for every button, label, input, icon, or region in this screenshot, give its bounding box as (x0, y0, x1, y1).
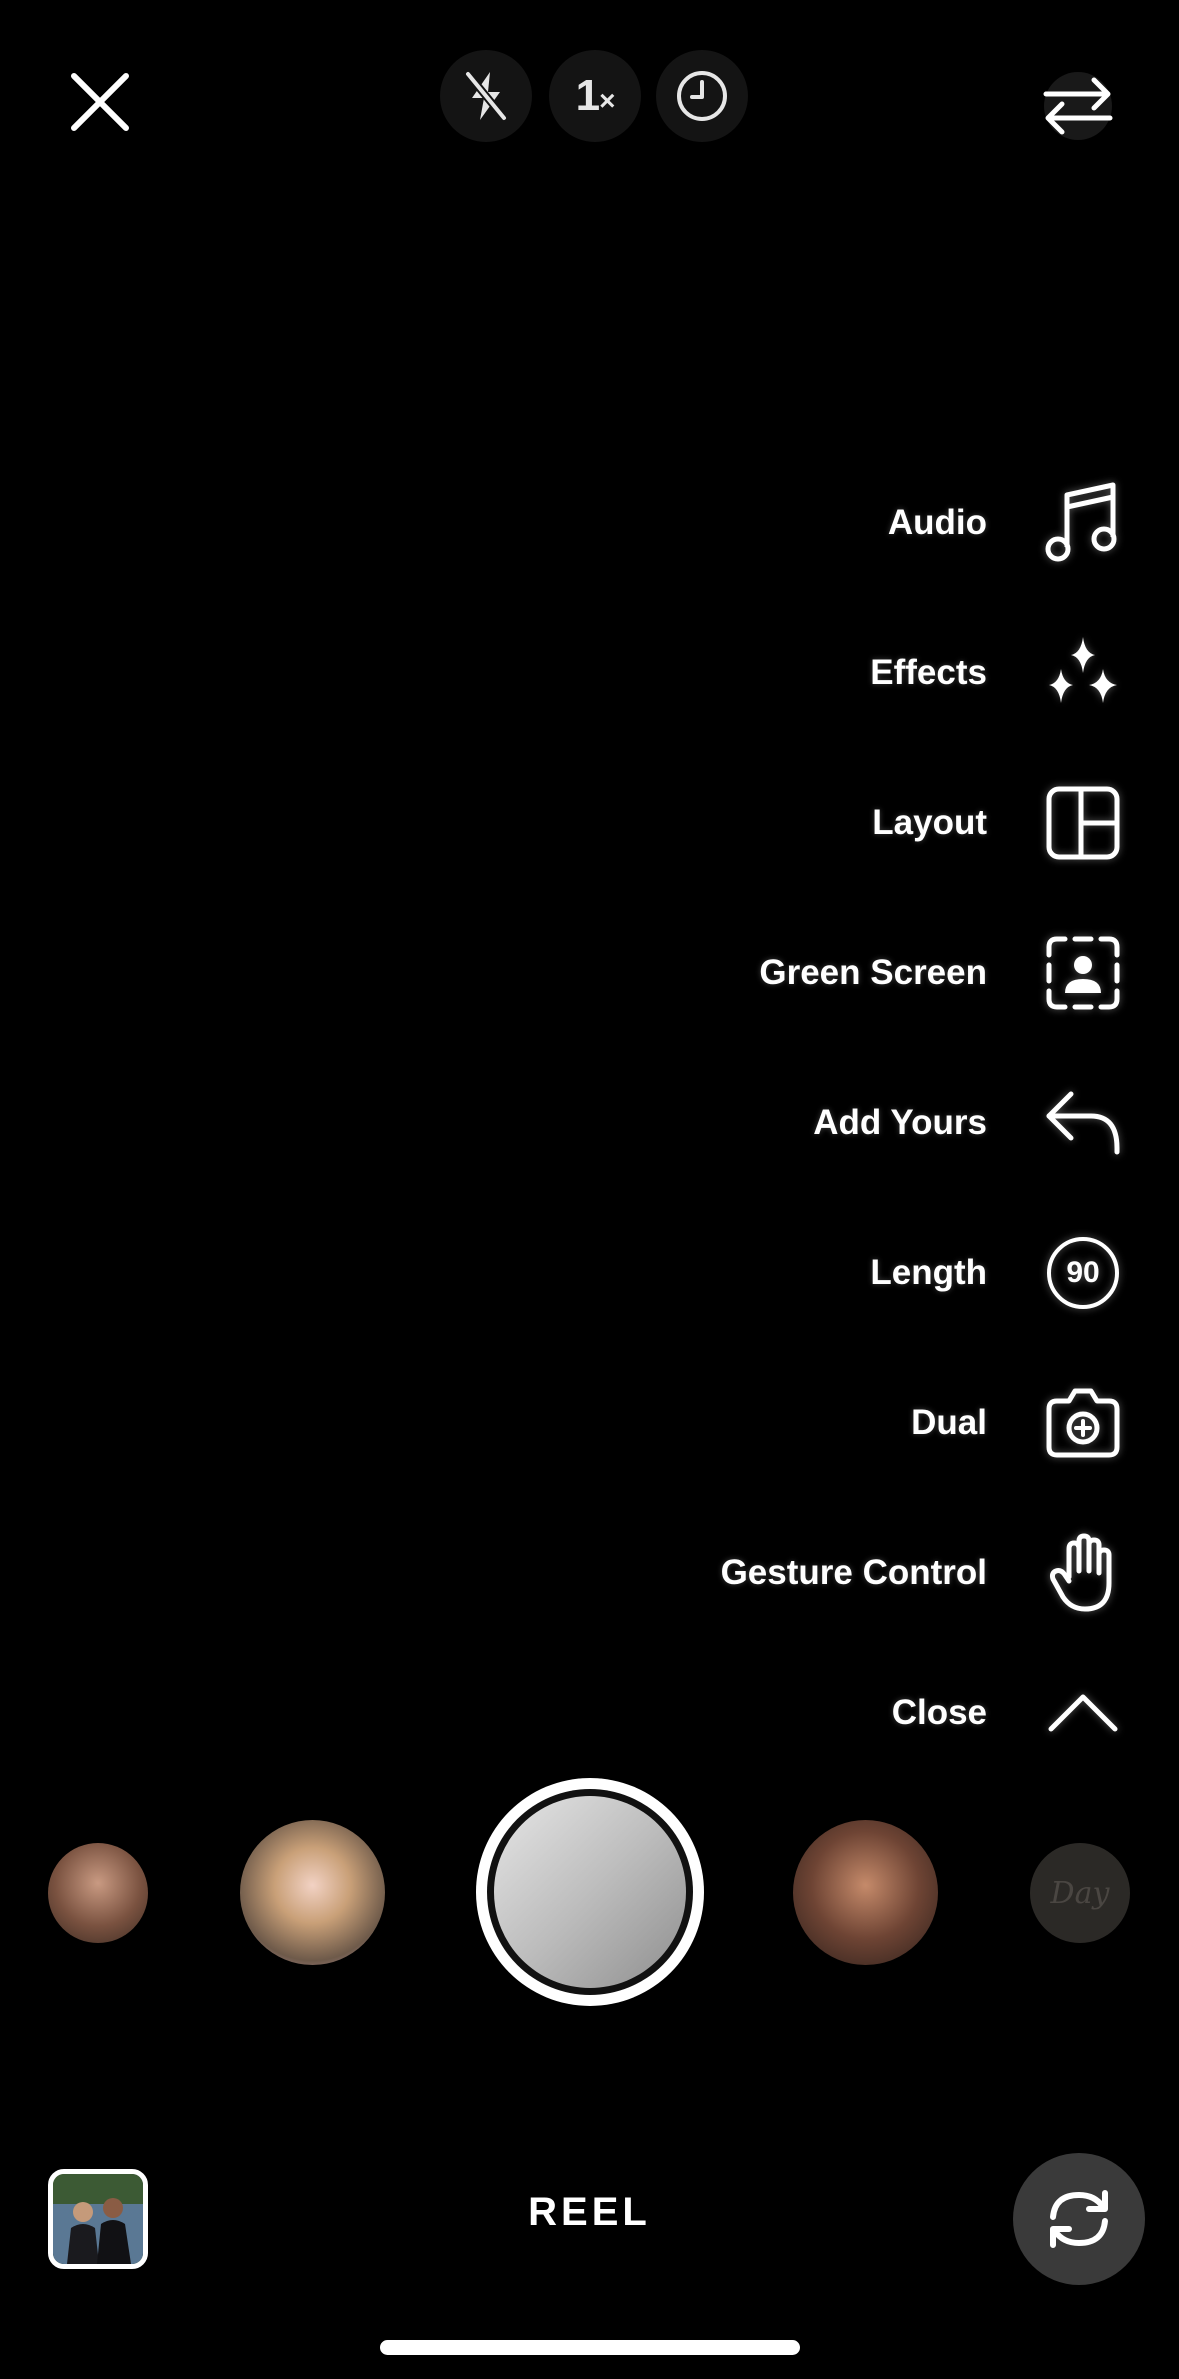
menu-item-close[interactable]: Close (379, 1658, 1179, 1768)
effect-thumbnail[interactable] (793, 1820, 938, 1965)
layout-grid-icon (1035, 775, 1131, 871)
menu-item-effects[interactable]: Effects (379, 618, 1179, 728)
menu-label: Gesture Control (720, 1553, 987, 1592)
reply-arrow-icon (1035, 1075, 1131, 1171)
camera-mode-label[interactable]: REEL (0, 2190, 1179, 2235)
switch-camera-button[interactable] (1030, 58, 1126, 154)
effect-thumbnail-text: Day (1050, 1875, 1110, 1911)
record-button-ring (487, 1789, 693, 1995)
effect-thumbnail[interactable] (48, 1843, 148, 1943)
flash-toggle-button[interactable] (440, 50, 532, 142)
menu-item-green-screen[interactable]: Green Screen (379, 918, 1179, 1028)
menu-item-layout[interactable]: Layout (379, 768, 1179, 878)
chevron-up-icon (1035, 1665, 1131, 1761)
menu-label: Audio (887, 503, 987, 542)
menu-item-length[interactable]: Length 90 (379, 1218, 1179, 1328)
effect-thumbnail[interactable]: Day (1030, 1843, 1130, 1943)
menu-item-dual[interactable]: Dual (379, 1368, 1179, 1478)
close-button[interactable] (60, 62, 140, 142)
menu-label: Effects (870, 653, 987, 692)
menu-label: Close (891, 1693, 987, 1732)
menu-label: Dual (911, 1403, 987, 1442)
timer-button[interactable] (656, 50, 748, 142)
zoom-level: 1× (575, 71, 616, 120)
menu-label: Green Screen (759, 953, 987, 992)
menu-label: Length (870, 1253, 987, 1292)
home-indicator[interactable] (380, 2340, 800, 2355)
menu-item-gesture-control[interactable]: Gesture Control (379, 1518, 1179, 1628)
flip-camera-icon (1050, 2190, 1108, 2248)
dual-camera-icon (1035, 1375, 1131, 1471)
effect-thumbnail[interactable] (240, 1820, 385, 1965)
switch-camera-icon (1043, 72, 1113, 140)
hand-icon (1035, 1525, 1131, 1621)
zoom-button[interactable]: 1× (549, 50, 641, 142)
menu-item-audio[interactable]: Audio (379, 468, 1179, 578)
green-screen-icon (1035, 925, 1131, 1021)
menu-item-add-yours[interactable]: Add Yours (379, 1068, 1179, 1178)
length-timer-icon: 90 (1035, 1225, 1131, 1321)
length-value: 90 (1047, 1237, 1119, 1309)
record-button[interactable] (476, 1778, 704, 2006)
timer-icon (677, 71, 727, 121)
close-icon (71, 73, 129, 131)
menu-label: Add Yours (813, 1103, 987, 1142)
record-button-inner (494, 1796, 686, 1988)
music-note-icon (1035, 475, 1131, 571)
menu-label: Layout (872, 803, 987, 842)
sparkles-icon (1035, 625, 1131, 721)
flip-camera-button[interactable] (1013, 2153, 1145, 2285)
flash-off-icon (464, 70, 508, 122)
